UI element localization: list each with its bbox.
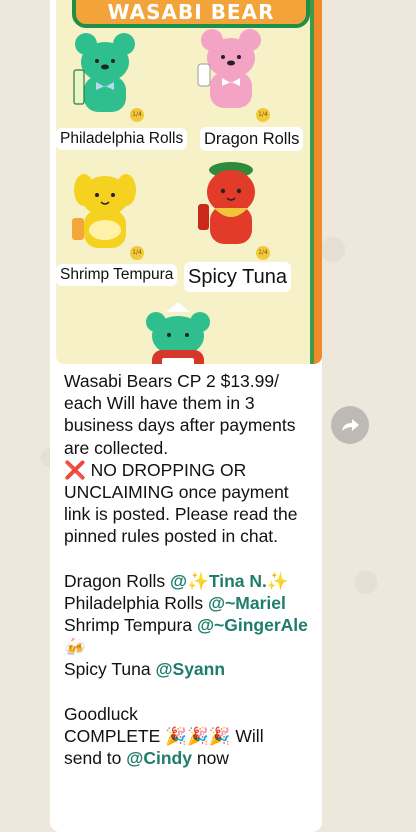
- cross-mark-icon: ❌: [64, 459, 86, 480]
- card-label-dragon: Dragon Rolls: [200, 127, 304, 151]
- claim-line: Shrimp Tempura @~GingerAle 🍻: [64, 614, 314, 658]
- card-label-spicy-tuna: Spicy Tuna: [184, 262, 291, 292]
- product-banner: WASABI BEAR: [72, 0, 310, 28]
- closing-line: Goodluck: [64, 703, 138, 724]
- mention-link[interactable]: @✨Tina N.✨: [170, 571, 289, 591]
- message-warning-text: NO DROPPING OR UNCLAIMING once payment l…: [64, 459, 298, 547]
- closing-send: send to: [64, 748, 122, 769]
- mention-link[interactable]: @Cindy: [126, 748, 192, 768]
- mention-link[interactable]: @Syann: [155, 659, 225, 679]
- claim-line: Spicy Tuna @Syann: [64, 658, 314, 680]
- card-page-badge: 1/4: [256, 108, 270, 122]
- forward-arrow-icon: [342, 419, 359, 431]
- claim-line: Philadelphia Rolls @~Mariel: [64, 592, 314, 614]
- closing-will: Will: [235, 725, 264, 746]
- claim-item: Shrimp Tempura: [64, 615, 193, 636]
- card-page-badge: 1/4: [256, 246, 270, 260]
- closing-line: send to @Cindy now: [64, 747, 314, 769]
- closing-line: COMPLETE 🎉🎉🎉 Will: [64, 725, 314, 747]
- message-warning: ❌ NO DROPPING OR UNCLAIMING once payment…: [64, 459, 314, 548]
- claim-item: Spicy Tuna: [64, 659, 151, 680]
- claim-line: Dragon Rolls @✨Tina N.✨: [64, 570, 314, 592]
- message-text: Wasabi Bears CP 2 $13.99/ each Will have…: [64, 370, 314, 769]
- card-label-philadelphia: Philadelphia Rolls: [56, 128, 188, 150]
- bear-dragon: [196, 26, 266, 116]
- closing-now: now: [196, 748, 229, 769]
- message-intro: Wasabi Bears CP 2 $13.99/ each Will have…: [64, 371, 296, 458]
- photo-border-stripe: [310, 0, 322, 364]
- bear-shrimp-tempura: [70, 168, 140, 258]
- card-page-badge: 1/4: [130, 246, 144, 260]
- mention-link[interactable]: @~Mariel: [208, 593, 286, 613]
- card-label-shrimp-tempura: Shrimp Tempura: [56, 264, 178, 286]
- bear-philadelphia: [70, 30, 140, 120]
- card-page-badge: 1/4: [130, 108, 144, 122]
- message-bubble[interactable]: WASABI BEAR 1/4 1/4 Philadelphia Rolls D…: [50, 0, 322, 832]
- claim-item: Dragon Rolls: [64, 570, 166, 591]
- party-popper-icon: 🎉🎉🎉: [165, 725, 231, 746]
- bear-partial-bottom: [138, 300, 218, 364]
- bear-spicy-tuna: [196, 160, 266, 250]
- closing-complete: COMPLETE: [64, 725, 161, 746]
- forward-button[interactable]: [331, 406, 369, 444]
- product-photo[interactable]: WASABI BEAR 1/4 1/4 Philadelphia Rolls D…: [56, 0, 322, 364]
- claim-item: Philadelphia Rolls: [64, 592, 204, 613]
